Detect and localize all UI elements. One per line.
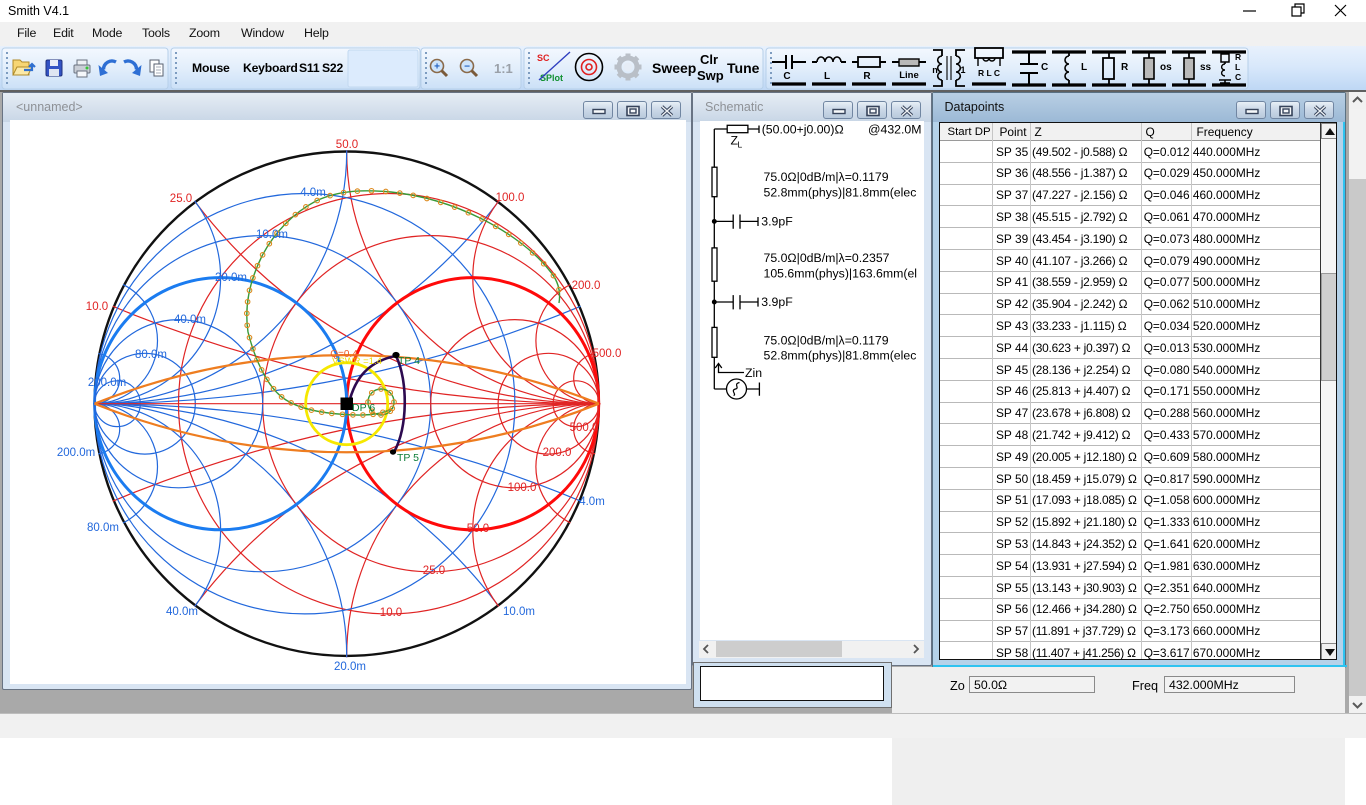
- svg-text:Swp: Swp: [697, 68, 724, 83]
- svg-text:105.6mm(phys)|163.6mm(el: 105.6mm(phys)|163.6mm(el: [763, 266, 917, 280]
- svg-text:10.0: 10.0: [379, 607, 401, 619]
- svg-text:75.0Ω|0dB/m|λ=0.1179: 75.0Ω|0dB/m|λ=0.1179: [763, 333, 888, 347]
- svg-text:S22: S22: [322, 61, 344, 75]
- svg-text:10.0: 10.0: [85, 301, 107, 313]
- svg-text:Zin: Zin: [745, 366, 762, 380]
- svg-text:200.0m: 200.0m: [87, 377, 125, 389]
- svg-text:500.0: 500.0: [592, 348, 621, 360]
- svg-text:4.0m: 4.0m: [579, 496, 605, 508]
- svg-text:Line: Line: [899, 70, 919, 81]
- svg-text:L: L: [1081, 62, 1087, 73]
- svg-text:80.0m: 80.0m: [87, 522, 119, 534]
- svg-text:(50.00+j0.00)Ω: (50.00+j0.00)Ω: [761, 122, 843, 136]
- svg-text:10.0m: 10.0m: [256, 229, 288, 241]
- svg-text:R: R: [863, 71, 871, 82]
- svg-text:Mouse: Mouse: [192, 61, 230, 75]
- svg-text:1: 1: [960, 65, 965, 75]
- svg-text:L: L: [1235, 62, 1240, 72]
- svg-text:VSWR =1.4: VSWR =1.4: [332, 356, 382, 367]
- svg-text:DP 6: DP 6: [352, 402, 375, 414]
- svg-text:Tune: Tune: [727, 60, 760, 76]
- svg-text:20.0m: 20.0m: [215, 272, 247, 284]
- svg-text:ss: ss: [1200, 62, 1212, 73]
- svg-text:40.0m: 40.0m: [174, 314, 206, 326]
- svg-text:L: L: [824, 71, 830, 82]
- svg-text:R: R: [1235, 52, 1241, 62]
- svg-text:SC: SC: [537, 53, 550, 63]
- svg-text:200.0m: 200.0m: [56, 447, 94, 459]
- svg-text:500.0: 500.0: [569, 422, 598, 434]
- svg-text:100.0: 100.0: [507, 482, 536, 494]
- svg-text:R L C: R L C: [978, 68, 1000, 78]
- svg-text:52.8mm(phys)|81.8mm(elec: 52.8mm(phys)|81.8mm(elec: [763, 348, 916, 362]
- svg-text:n: n: [932, 65, 938, 75]
- svg-text:Keyboard: Keyboard: [243, 61, 298, 75]
- svg-text:80.0m: 80.0m: [135, 349, 167, 361]
- svg-text:75.0Ω|0dB/m|λ=0.2357: 75.0Ω|0dB/m|λ=0.2357: [763, 251, 889, 265]
- svg-text:1:1: 1:1: [494, 61, 513, 76]
- svg-text:R: R: [1121, 62, 1129, 73]
- svg-text:C: C: [1235, 72, 1241, 82]
- svg-text:3.9pF: 3.9pF: [761, 295, 793, 309]
- svg-text:−: −: [464, 62, 470, 73]
- svg-text:Sweep: Sweep: [652, 60, 696, 76]
- svg-text:25.0: 25.0: [422, 565, 444, 577]
- svg-text:200.0: 200.0: [542, 447, 571, 459]
- svg-text:L: L: [737, 139, 742, 149]
- svg-text:20.0m: 20.0m: [334, 661, 366, 673]
- svg-text:3.9pF: 3.9pF: [761, 214, 793, 228]
- svg-text:4.0m: 4.0m: [300, 187, 326, 199]
- svg-text:100.0: 100.0: [495, 192, 524, 204]
- svg-text:200.0: 200.0: [571, 280, 600, 292]
- svg-text:10.0m: 10.0m: [503, 606, 535, 618]
- svg-text:C: C: [783, 71, 790, 82]
- svg-text:C: C: [1041, 62, 1048, 73]
- svg-text:TP 4: TP 4: [398, 355, 420, 367]
- svg-text:S11: S11: [299, 61, 320, 75]
- svg-text:os: os: [1160, 62, 1172, 73]
- svg-text:52.8mm(phys)|81.8mm(elec: 52.8mm(phys)|81.8mm(elec: [763, 185, 916, 199]
- svg-text:25.0: 25.0: [169, 193, 191, 205]
- svg-text:50.0: 50.0: [335, 139, 357, 151]
- svg-text:75.0Ω|0dB/m|λ=0.1179: 75.0Ω|0dB/m|λ=0.1179: [763, 170, 888, 184]
- svg-text:+: +: [434, 62, 440, 73]
- svg-text:50.0: 50.0: [466, 523, 488, 535]
- svg-text:TP 5: TP 5: [397, 452, 419, 464]
- svg-text:@432.0M: @432.0M: [868, 122, 922, 136]
- svg-text:Clr: Clr: [700, 52, 718, 67]
- svg-text:SPlot: SPlot: [540, 73, 563, 83]
- svg-text:40.0m: 40.0m: [166, 606, 198, 618]
